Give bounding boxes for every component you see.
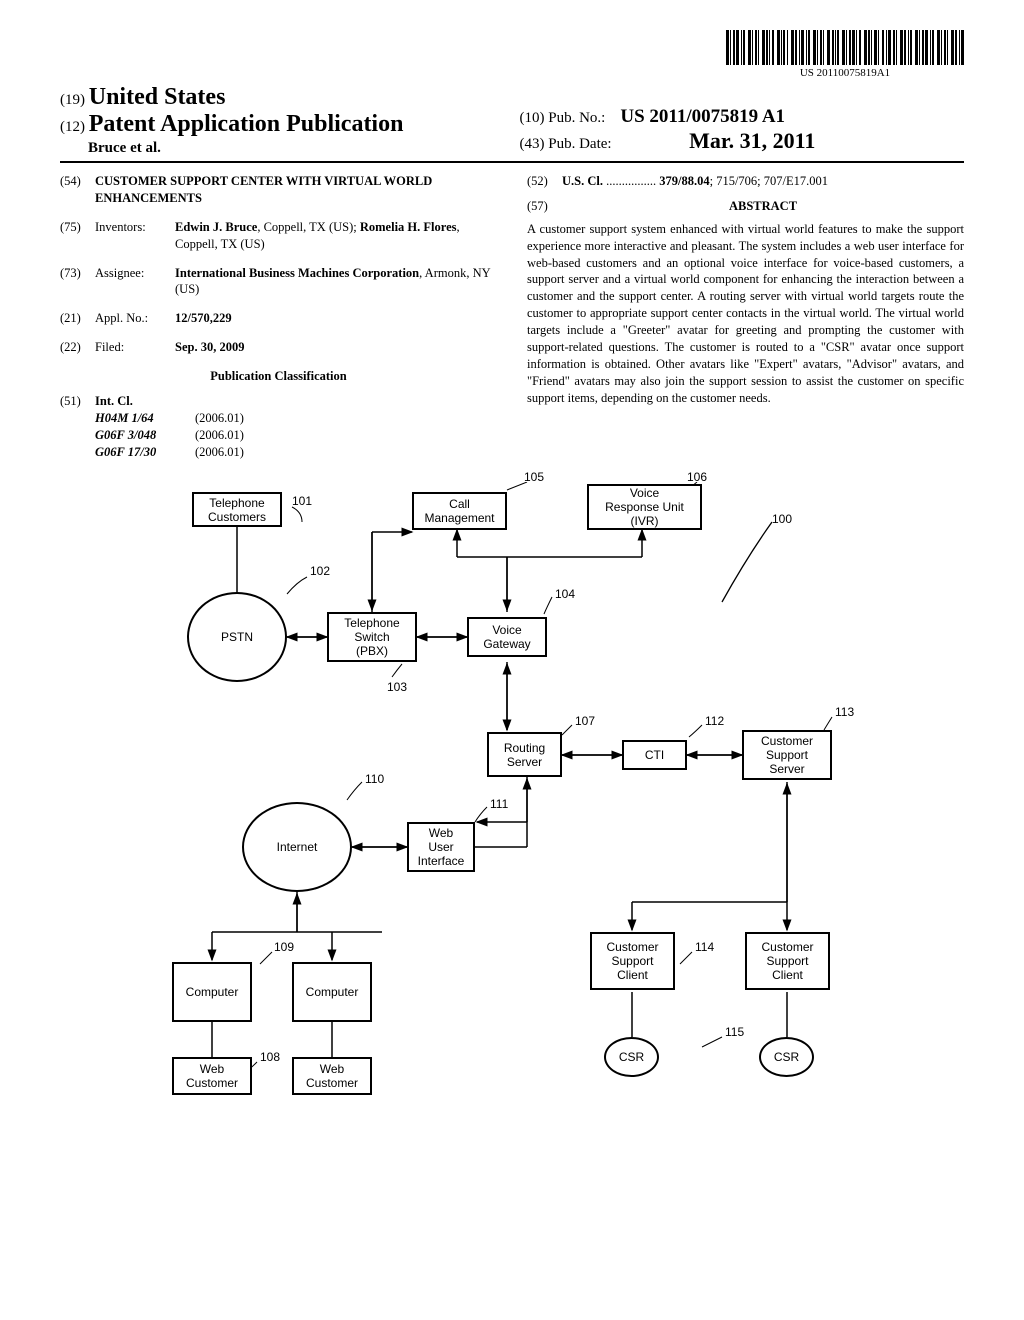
abstract-text: A customer support system enhanced with … xyxy=(527,221,964,407)
field-code-51: (51) xyxy=(60,393,95,461)
intcl-3: G06F 17/30 xyxy=(95,444,195,461)
appl-no-value: 12/570,229 xyxy=(175,311,232,325)
inventor-1-loc: , Coppell, TX (US); xyxy=(257,220,356,234)
ref-102: 102 xyxy=(310,564,330,578)
ref-105: 105 xyxy=(524,470,544,484)
author-line: Bruce et al. xyxy=(60,140,505,157)
box-computer-1: Computer xyxy=(172,962,252,1022)
ellipse-csr-2: CSR xyxy=(759,1037,814,1077)
box-web-user-interface: Web User Interface xyxy=(407,822,475,872)
inventors-label: Inventors: xyxy=(95,219,175,253)
assignee-name: International Business Machines Corporat… xyxy=(175,266,419,280)
assignee-value: International Business Machines Corporat… xyxy=(175,265,497,299)
barcode-bars xyxy=(726,30,964,65)
inventor-2-name: Romelia H. Flores xyxy=(360,220,457,234)
box-ivr: Voice Response Unit (IVR) xyxy=(587,484,702,530)
ref-108: 108 xyxy=(260,1050,280,1064)
filed-value: Sep. 30, 2009 xyxy=(175,340,244,354)
box-customer-support-client-1: Customer Support Client xyxy=(590,932,675,990)
ref-100: 100 xyxy=(772,512,792,526)
box-call-management: Call Management xyxy=(412,492,507,530)
ref-107: 107 xyxy=(575,714,595,728)
appl-no-label: Appl. No.: xyxy=(95,310,175,327)
ref-113: 113 xyxy=(835,705,854,719)
box-cti: CTI xyxy=(622,740,687,770)
ref-106: 106 xyxy=(687,470,707,484)
intcl-2: G06F 3/048 xyxy=(95,427,195,444)
ref-115: 115 xyxy=(725,1025,744,1039)
uscl-rest: ; 715/706; 707/E17.001 xyxy=(710,174,828,188)
box-voice-gateway: Voice Gateway xyxy=(467,617,547,657)
box-customer-support-client-2: Customer Support Client xyxy=(745,932,830,990)
pub-no-label: Pub. No.: xyxy=(548,110,605,126)
assignee-label: Assignee: xyxy=(95,265,175,299)
ref-104: 104 xyxy=(555,587,575,601)
inventor-1-name: Edwin J. Bruce xyxy=(175,220,257,234)
box-computer-2: Computer xyxy=(292,962,372,1022)
intcl-label: Int. Cl. xyxy=(95,394,133,408)
field-code-19: (19) xyxy=(60,92,85,108)
box-pbx: Telephone Switch (PBX) xyxy=(327,612,417,662)
intcl-2-year: (2006.01) xyxy=(195,427,244,444)
field-code-43: (43) xyxy=(520,136,545,152)
field-code-57: (57) xyxy=(527,198,562,221)
field-code-75: (75) xyxy=(60,219,95,253)
country-name: United States xyxy=(89,84,226,110)
document-type: Patent Application Publication xyxy=(89,111,404,137)
field-code-10: (10) xyxy=(520,110,545,126)
box-telephone-customers: Telephone Customers xyxy=(192,492,282,527)
box-routing-server: Routing Server xyxy=(487,732,562,777)
invention-title: CUSTOMER SUPPORT CENTER WITH VIRTUAL WOR… xyxy=(95,173,497,207)
ref-110: 110 xyxy=(365,772,384,786)
box-web-customer-1: Web Customer xyxy=(172,1057,252,1095)
field-code-22: (22) xyxy=(60,339,95,356)
filed-label: Filed: xyxy=(95,339,175,356)
box-customer-support-server: Customer Support Server xyxy=(742,730,832,780)
document-header: (19) United States (12) Patent Applicati… xyxy=(60,84,964,163)
ref-109: 109 xyxy=(274,940,294,954)
intcl-3-year: (2006.01) xyxy=(195,444,244,461)
barcode-section: US 20110075819A1 xyxy=(60,30,964,79)
field-code-73: (73) xyxy=(60,265,95,299)
pub-date-value: Mar. 31, 2011 xyxy=(689,128,815,153)
uscl-value: U.S. Cl. ................ 379/88.04; 715… xyxy=(562,173,964,190)
ref-111: 111 xyxy=(490,797,508,811)
ellipse-csr-1: CSR xyxy=(604,1037,659,1077)
barcode-text: US 20110075819A1 xyxy=(726,67,964,79)
intcl-1-year: (2006.01) xyxy=(195,410,244,427)
pub-class-header: Publication Classification xyxy=(60,368,497,385)
ref-112: 112 xyxy=(705,714,724,728)
field-code-52: (52) xyxy=(527,173,562,190)
ellipse-internet: Internet xyxy=(242,802,352,892)
intcl-1: H04M 1/64 xyxy=(95,410,195,427)
inventors-value: Edwin J. Bruce, Coppell, TX (US); Romeli… xyxy=(175,219,497,253)
ref-101: 101 xyxy=(292,494,312,508)
ref-114: 114 xyxy=(695,940,714,954)
ref-103: 103 xyxy=(387,680,407,694)
pub-date-label: Pub. Date: xyxy=(548,136,611,152)
field-code-54: (54) xyxy=(60,173,95,207)
ellipse-pstn: PSTN xyxy=(187,592,287,682)
uscl-label: U.S. Cl. xyxy=(562,174,603,188)
figure-1-diagram: Telephone Customers Call Management Voic… xyxy=(132,482,892,1162)
pub-no-value: US 2011/0075819 A1 xyxy=(620,106,785,127)
field-code-12: (12) xyxy=(60,119,85,135)
uscl-dots: ................ xyxy=(603,174,659,188)
box-web-customer-2: Web Customer xyxy=(292,1057,372,1095)
abstract-header: ABSTRACT xyxy=(562,198,964,215)
uscl-main: 379/88.04 xyxy=(659,174,709,188)
field-code-21: (21) xyxy=(60,310,95,327)
